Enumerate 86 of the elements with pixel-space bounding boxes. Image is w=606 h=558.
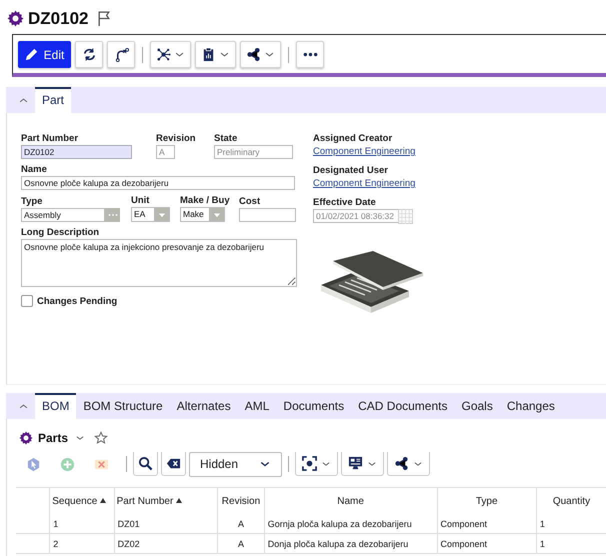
- date-field[interactable]: 01/02/2021 08:36:32: [313, 209, 399, 223]
- pencil-icon: [24, 47, 39, 62]
- add-icon: [60, 456, 75, 472]
- tab[interactable]: Documents: [276, 393, 352, 419]
- edit-button[interactable]: Edit: [18, 41, 71, 68]
- type-field[interactable]: Assembly: [21, 208, 105, 222]
- curved-arrow-icon: [114, 47, 128, 62]
- field-label: Part Number: [21, 133, 80, 144]
- field-label: Designated User: [313, 165, 389, 176]
- network-icon: [156, 47, 171, 62]
- table-cell: DZ02: [114, 534, 218, 554]
- state-field[interactable]: Preliminary: [214, 145, 293, 159]
- target-icon: [302, 456, 317, 471]
- more-button[interactable]: [296, 41, 324, 68]
- clear-icon: [166, 456, 181, 471]
- user-link[interactable]: Component Engineering: [313, 145, 429, 158]
- share-icon: [246, 47, 261, 62]
- tab[interactable]: BOM: [35, 393, 76, 419]
- tab[interactable]: Part: [35, 87, 72, 113]
- column-header[interactable]: Quantity: [536, 488, 606, 514]
- table-cell: 2: [50, 534, 114, 554]
- search-button[interactable]: [133, 452, 158, 476]
- monitor-icon: [348, 456, 363, 471]
- clear-button[interactable]: [161, 452, 186, 476]
- column-header[interactable]: Revision: [218, 488, 264, 514]
- share-icon: [394, 456, 409, 471]
- tab[interactable]: Alternates: [170, 393, 238, 419]
- user-link[interactable]: Component Engineering: [313, 177, 429, 190]
- table-cell: Component: [437, 514, 536, 534]
- sort-icon[interactable]: [100, 498, 106, 504]
- field-label: Name: [21, 164, 48, 175]
- table-cell: 1: [536, 514, 606, 534]
- part-number-field[interactable]: DZ0102: [21, 145, 132, 159]
- refresh-icon: [82, 47, 96, 62]
- table-cell: A: [218, 514, 264, 534]
- table-cell: Gornja ploča kalupa za dezobarijeru: [264, 514, 438, 534]
- column-header[interactable]: Sequence: [50, 488, 114, 514]
- column-header[interactable]: Part Number: [114, 488, 218, 514]
- field-label: Assigned Creator: [313, 133, 394, 144]
- tab[interactable]: Goals: [454, 393, 500, 419]
- make-buy-dropdown[interactable]: Make: [180, 207, 225, 222]
- checkbox-label: Changes Pending: [37, 296, 118, 306]
- monitor-menu-button[interactable]: [341, 452, 384, 476]
- gear-icon: [19, 431, 33, 445]
- revision-field[interactable]: A: [156, 145, 175, 159]
- table-cell: A: [218, 534, 264, 554]
- share-menu-button[interactable]: [387, 452, 430, 476]
- table-cell: 1: [536, 534, 606, 554]
- field-label: Revision: [156, 133, 197, 144]
- checkbox[interactable]: [21, 295, 33, 307]
- tab[interactable]: BOM Structure: [76, 393, 170, 419]
- field-label: Long Description: [21, 227, 100, 238]
- network-menu-button[interactable]: [150, 41, 191, 68]
- target-menu-button[interactable]: [295, 452, 338, 476]
- field-label: Effective Date: [313, 197, 377, 208]
- column-header[interactable]: Name: [264, 488, 438, 514]
- name-field[interactable]: Osnovne ploče kalupa za dezobarijeru: [21, 176, 295, 190]
- sort-icon[interactable]: [176, 498, 182, 504]
- star-icon[interactable]: [94, 431, 108, 445]
- field-label: Unit: [131, 195, 150, 206]
- search-icon: [138, 456, 153, 471]
- field-label: Cost: [239, 196, 262, 207]
- tab[interactable]: Changes: [500, 393, 562, 419]
- tab[interactable]: AML: [238, 393, 276, 419]
- list-title: Parts: [38, 431, 68, 445]
- refresh-button[interactable]: [75, 41, 103, 68]
- table-cell: Component: [437, 534, 536, 554]
- unit-dropdown[interactable]: EA: [131, 207, 170, 222]
- curved-arrow-button[interactable]: [107, 41, 135, 68]
- field-label: Type: [21, 196, 44, 207]
- page-title: DZ0102: [28, 8, 88, 28]
- tab[interactable]: CAD Documents: [351, 393, 454, 419]
- table-cell: 1: [50, 514, 114, 534]
- clipboard-chart-menu-button[interactable]: [195, 41, 236, 68]
- field-label: State: [214, 133, 238, 144]
- share-menu-button[interactable]: [240, 41, 281, 68]
- cost-field[interactable]: [239, 208, 296, 222]
- gear-icon: [7, 10, 24, 27]
- table-cell: DZ01: [114, 514, 218, 534]
- clipboard-chart-icon: [201, 47, 216, 62]
- cursor-icon: [26, 456, 41, 472]
- column-header[interactable]: Type: [437, 488, 536, 514]
- field-label: Make / Buy: [180, 195, 231, 206]
- table-cell: Donja ploča kalupa za dezobarijeru: [264, 534, 438, 554]
- view-dropdown[interactable]: Hidden: [189, 452, 282, 476]
- long-description-field[interactable]: Osnovne ploče kalupa za injekciono presovanje za dezobarijeru: [21, 239, 297, 287]
